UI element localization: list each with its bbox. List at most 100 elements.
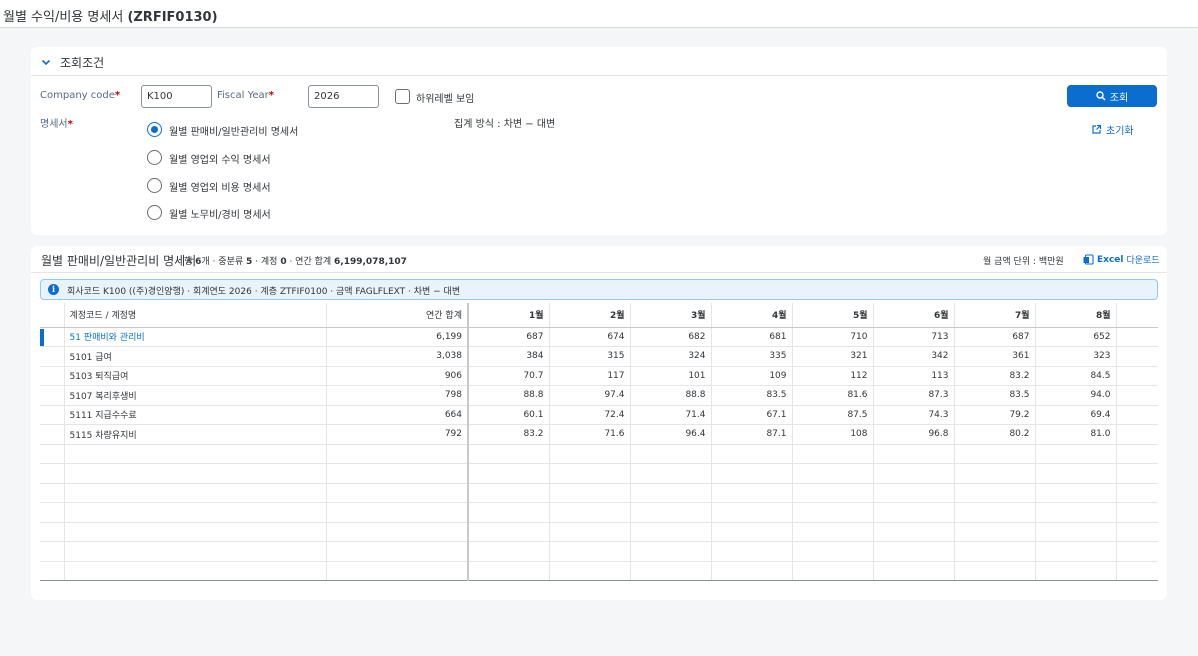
search-button[interactable]: 조회 bbox=[1067, 85, 1157, 107]
show-sublevel-label[interactable]: 하위레벨 보임 bbox=[416, 90, 474, 105]
column-header-month-6[interactable]: 6월 bbox=[873, 303, 955, 328]
summary-mid-value: 5 bbox=[246, 257, 253, 267]
empty-row bbox=[40, 483, 1158, 503]
table-row[interactable]: 5111 지급수수료 664 60.1 72.4 71.4 67.1 87.5 74.3 79.… bbox=[40, 405, 1158, 425]
summary-rows-suffix: 개 · 중분류 bbox=[201, 257, 244, 267]
radio-label-labor-expense-statement[interactable]: 월별 노무비/경비 명세서 bbox=[169, 206, 271, 221]
empty-row bbox=[40, 444, 1158, 464]
cell-month-5 bbox=[792, 463, 874, 484]
table-row[interactable]: 51 판매비와 관리비 6,199 687 674 682 681 710 713 687 652 bbox=[40, 327, 1158, 347]
show-sublevel-checkbox[interactable] bbox=[395, 89, 410, 104]
row-selector[interactable] bbox=[40, 385, 65, 406]
cell-month-6: 713 bbox=[873, 327, 955, 347]
column-header-total[interactable]: 연간 합계 bbox=[326, 303, 469, 328]
table-row[interactable]: 5107 복리후생비 798 88.8 97.4 88.8 83.5 81.6 87.3 83.… bbox=[40, 385, 1158, 406]
column-header-month-3[interactable]: 3월 bbox=[630, 303, 712, 328]
required-mark: * bbox=[114, 90, 121, 101]
cell-month-8: 69.4 bbox=[1035, 405, 1117, 425]
cell-annual-total bbox=[326, 463, 469, 484]
cell-account: 5111 지급수수료 bbox=[64, 405, 327, 425]
cell-account bbox=[64, 502, 327, 523]
radio-nonop-expense-statement[interactable] bbox=[147, 178, 162, 193]
cell-month-3: 324 bbox=[630, 346, 712, 367]
row-selector bbox=[40, 483, 65, 503]
radio-labor-expense-statement[interactable] bbox=[147, 205, 162, 220]
table-row[interactable]: 5101 급여 3,038 384 315 324 335 321 342 361 323 bbox=[40, 346, 1158, 367]
filter-header[interactable]: 조회조건 bbox=[31, 47, 1167, 76]
cell-month-4: 681 bbox=[711, 327, 793, 347]
radio-label-sga-statement[interactable]: 월별 판매비/일반관리비 명세서 bbox=[169, 123, 298, 138]
cell-account: 5101 급여 bbox=[64, 346, 327, 367]
chevron-down-icon[interactable] bbox=[39, 55, 53, 69]
row-selector[interactable] bbox=[40, 424, 65, 445]
info-text: 회사코드 K100 ((주)경인양행) · 회계연도 2026 · 계층 ZTF… bbox=[67, 287, 461, 297]
radio-label-nonop-income-statement[interactable]: 월별 영업외 수익 명세서 bbox=[169, 151, 271, 166]
cell-month-5 bbox=[792, 541, 874, 562]
statement-label: 명세서* bbox=[40, 115, 73, 130]
cell-month-5 bbox=[792, 444, 874, 464]
column-header-month-7[interactable]: 7월 bbox=[954, 303, 1036, 328]
row-selector bbox=[40, 444, 65, 464]
column-header-month-4[interactable]: 4월 bbox=[711, 303, 793, 328]
cell-spacer bbox=[1116, 327, 1158, 347]
column-header-month-5[interactable]: 5월 bbox=[792, 303, 874, 328]
cell-month-7: 79.2 bbox=[954, 405, 1036, 425]
cell-month-5 bbox=[792, 522, 874, 542]
excel-label-rest: 다운로드 bbox=[1126, 256, 1160, 266]
cell-month-3: 71.4 bbox=[630, 405, 712, 425]
cell-month-2: 117 bbox=[549, 366, 631, 386]
fiscal-year-input[interactable]: 2026 bbox=[308, 85, 379, 108]
cell-account bbox=[64, 444, 327, 464]
column-header-account[interactable]: 계정코드 / 계정명 bbox=[64, 303, 327, 328]
cell-month-4 bbox=[711, 483, 793, 503]
radio-label-nonop-expense-statement[interactable]: 월별 영업외 비용 명세서 bbox=[169, 179, 271, 194]
cell-month-8 bbox=[1035, 483, 1117, 503]
table-row[interactable]: 5103 퇴직급여 906 70.7 117 101 109 112 113 83.2 84.5 bbox=[40, 366, 1158, 386]
cell-month-3 bbox=[630, 502, 712, 523]
column-header-month-1[interactable]: 1월 bbox=[468, 303, 550, 328]
cell-month-6 bbox=[873, 522, 955, 542]
cell-month-3 bbox=[630, 444, 712, 464]
cell-month-7: 83.5 bbox=[954, 385, 1036, 406]
radio-sga-statement[interactable] bbox=[147, 122, 162, 137]
cell-month-7: 83.2 bbox=[954, 366, 1036, 386]
cell-month-3: 88.8 bbox=[630, 385, 712, 406]
required-mark: * bbox=[268, 90, 275, 101]
empty-row bbox=[40, 463, 1158, 484]
fiscal-year-label-text: Fiscal Year bbox=[217, 90, 269, 101]
cell-month-7 bbox=[954, 541, 1036, 562]
select-column-header[interactable] bbox=[40, 303, 65, 328]
cell-month-5 bbox=[792, 502, 874, 523]
reset-button[interactable]: 초기화 bbox=[1091, 122, 1134, 137]
column-header-month-2[interactable]: 2월 bbox=[549, 303, 631, 328]
cell-spacer bbox=[1116, 424, 1158, 445]
cell-spacer bbox=[1116, 463, 1158, 484]
excel-download-button[interactable]: Excel 다운로드 bbox=[1083, 253, 1160, 266]
row-selector[interactable] bbox=[40, 366, 65, 386]
cell-month-2: 315 bbox=[549, 346, 631, 367]
company-code-input[interactable]: K100 bbox=[141, 85, 212, 108]
column-header-month-8[interactable]: 8월 bbox=[1035, 303, 1117, 328]
row-selector[interactable] bbox=[40, 327, 65, 347]
cell-annual-total: 6,199 bbox=[326, 327, 469, 347]
cell-month-6 bbox=[873, 444, 955, 464]
cell-account[interactable]: 51 판매비와 관리비 bbox=[64, 327, 327, 347]
cell-month-1: 384 bbox=[468, 346, 550, 367]
empty-row bbox=[40, 561, 1158, 581]
row-selector bbox=[40, 502, 65, 523]
cell-month-3 bbox=[630, 561, 712, 581]
row-selector[interactable] bbox=[40, 346, 65, 367]
cell-annual-total: 798 bbox=[326, 385, 469, 406]
radio-nonop-income-statement[interactable] bbox=[147, 150, 162, 165]
cell-month-8 bbox=[1035, 522, 1117, 542]
cell-annual-total bbox=[326, 444, 469, 464]
cell-month-4: 67.1 bbox=[711, 405, 793, 425]
row-selector[interactable] bbox=[40, 405, 65, 425]
search-icon bbox=[1096, 91, 1106, 101]
cell-month-4 bbox=[711, 502, 793, 523]
table-row[interactable]: 5115 차량유지비 792 83.2 71.6 96.4 87.1 108 96.8 80.2… bbox=[40, 424, 1158, 445]
statement-label-text: 명세서 bbox=[40, 119, 68, 130]
cell-month-5 bbox=[792, 561, 874, 581]
shell-bar: 월별 수익/비용 명세서 (ZRFIF0130) bbox=[0, 0, 1198, 28]
cell-month-3: 682 bbox=[630, 327, 712, 347]
